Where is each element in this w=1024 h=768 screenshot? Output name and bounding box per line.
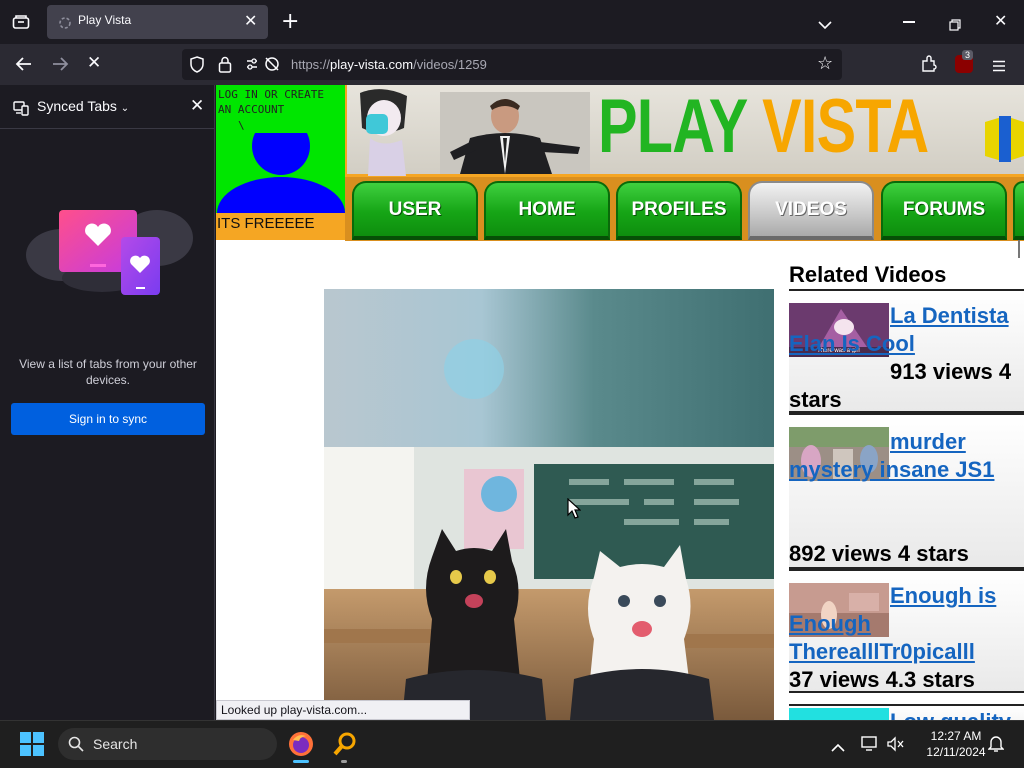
new-tab-icon[interactable]: + (281, 11, 299, 33)
stop-loading-icon[interactable]: ✕ (87, 55, 101, 72)
magnifier-app-icon[interactable] (333, 731, 357, 761)
search-icon (68, 736, 84, 756)
forward-icon[interactable] (51, 56, 69, 76)
related-stats-1: 913 views 4 stars (789, 359, 1012, 412)
synced-tabs-icon (13, 100, 29, 120)
video-player[interactable] (324, 289, 774, 720)
firefox-active-indicator (293, 760, 309, 763)
close-window-icon[interactable]: ✕ (994, 13, 1007, 29)
tab-manager-icon[interactable] (12, 14, 30, 33)
banner-photo (440, 92, 590, 178)
sidebar-title[interactable]: Synced Tabs ⌄ (37, 98, 129, 114)
chevron-down-icon: ⌄ (120, 103, 130, 114)
sign-in-to-sync-button[interactable]: Sign in to sync (11, 403, 205, 435)
video-frame-kittens (324, 289, 774, 720)
related-item-2[interactable]: murder mystery insane JS1 892 views 4 st… (789, 413, 1024, 569)
banner-cube-art (980, 112, 1024, 166)
clock-date[interactable]: 12/11/2024 (920, 745, 992, 759)
nav-user[interactable]: USER (352, 181, 478, 240)
related-text-3: Enough is Enough TherealllTr0picalll (789, 582, 1024, 666)
tab-loading-icon (58, 15, 72, 34)
nav-videos[interactable]: VIDEOS (748, 181, 874, 240)
nav-profiles[interactable]: PROFILES (616, 181, 742, 240)
page-scrollbar[interactable] (1018, 240, 1020, 258)
logo-play: PLAY (598, 84, 747, 169)
restore-icon[interactable] (949, 16, 961, 35)
volume-muted-icon[interactable] (886, 736, 904, 756)
url-path: /videos/1259 (413, 57, 487, 72)
related-link-2[interactable]: murder mystery insane JS1 (789, 429, 994, 482)
url-text[interactable]: https://play-vista.com/videos/1259 (291, 57, 487, 72)
network-icon[interactable] (861, 736, 879, 756)
status-bar: Looked up play-vista.com... (216, 700, 470, 720)
related-link-3[interactable]: Enough is Enough TherealllTr0picalll (789, 583, 996, 664)
extensions-icon[interactable] (920, 55, 938, 77)
login-arrow: \ (238, 119, 245, 132)
url-host: play-vista.com (330, 57, 414, 72)
close-tab-icon[interactable]: ✕ (244, 13, 257, 29)
extension-badge: 3 (962, 50, 974, 60)
related-text-1: La Dentista Elan Is Cool (789, 302, 1024, 358)
lock-icon[interactable] (218, 56, 232, 77)
bookmark-star-icon[interactable]: ☆ (817, 55, 833, 73)
banner-character-art (352, 88, 422, 180)
sidebar-description: View a list of tabs from your other devi… (19, 357, 197, 387)
windows-start-icon[interactable] (20, 732, 44, 760)
logo-vista: VISTA (762, 84, 929, 169)
user-avatar[interactable] (216, 117, 345, 249)
minimize-icon[interactable] (903, 21, 915, 23)
close-sidebar-icon[interactable]: ✕ (190, 98, 204, 115)
chevron-up-icon[interactable] (831, 738, 845, 757)
permissions-icon[interactable] (245, 56, 283, 77)
menu-icon[interactable] (992, 57, 1006, 76)
login-link[interactable]: LOG IN OR CREATE AN ACCOUNT (218, 87, 343, 117)
synced-devices-illustration (22, 200, 197, 304)
app-running-indicator (341, 760, 347, 763)
related-item-3[interactable]: Enough is Enough TherealllTr0picalll 37 … (789, 569, 1024, 693)
nav-more[interactable] (1013, 181, 1024, 240)
nav-home[interactable]: HOME (484, 181, 610, 240)
play-vista-logo[interactable]: PLAY VISTA (598, 89, 929, 165)
login-free-text: ITS FREEEEE (217, 215, 315, 232)
related-stats-2: 892 views 4 stars (789, 541, 969, 566)
related-videos-title: Related Videos (789, 262, 947, 287)
url-scheme: https:// (291, 57, 331, 72)
clock-time[interactable]: 12:27 AM (920, 729, 992, 743)
back-icon[interactable] (15, 56, 33, 76)
sidebar-title-label: Synced Tabs (37, 98, 117, 114)
tab-title: Play Vista (78, 13, 132, 27)
firefox-icon[interactable] (288, 731, 314, 761)
related-link-1[interactable]: La Dentista Elan Is Cool (789, 303, 1009, 356)
tracking-protection-icon[interactable] (189, 56, 205, 77)
related-item-1[interactable]: There was a girl La Dentista Elan Is Coo… (789, 289, 1024, 413)
taskbar-search[interactable] (58, 728, 277, 760)
related-text-2: murder mystery insane JS1 (789, 428, 1024, 484)
list-tabs-icon[interactable] (818, 15, 832, 34)
taskbar-search-label: Search (93, 736, 138, 752)
nav-forums[interactable]: FORUMS (881, 181, 1007, 240)
notifications-bell-icon[interactable] (987, 735, 1005, 757)
mouse-cursor-icon (567, 497, 582, 524)
related-stats-3: 37 views 4.3 stars (789, 667, 975, 692)
